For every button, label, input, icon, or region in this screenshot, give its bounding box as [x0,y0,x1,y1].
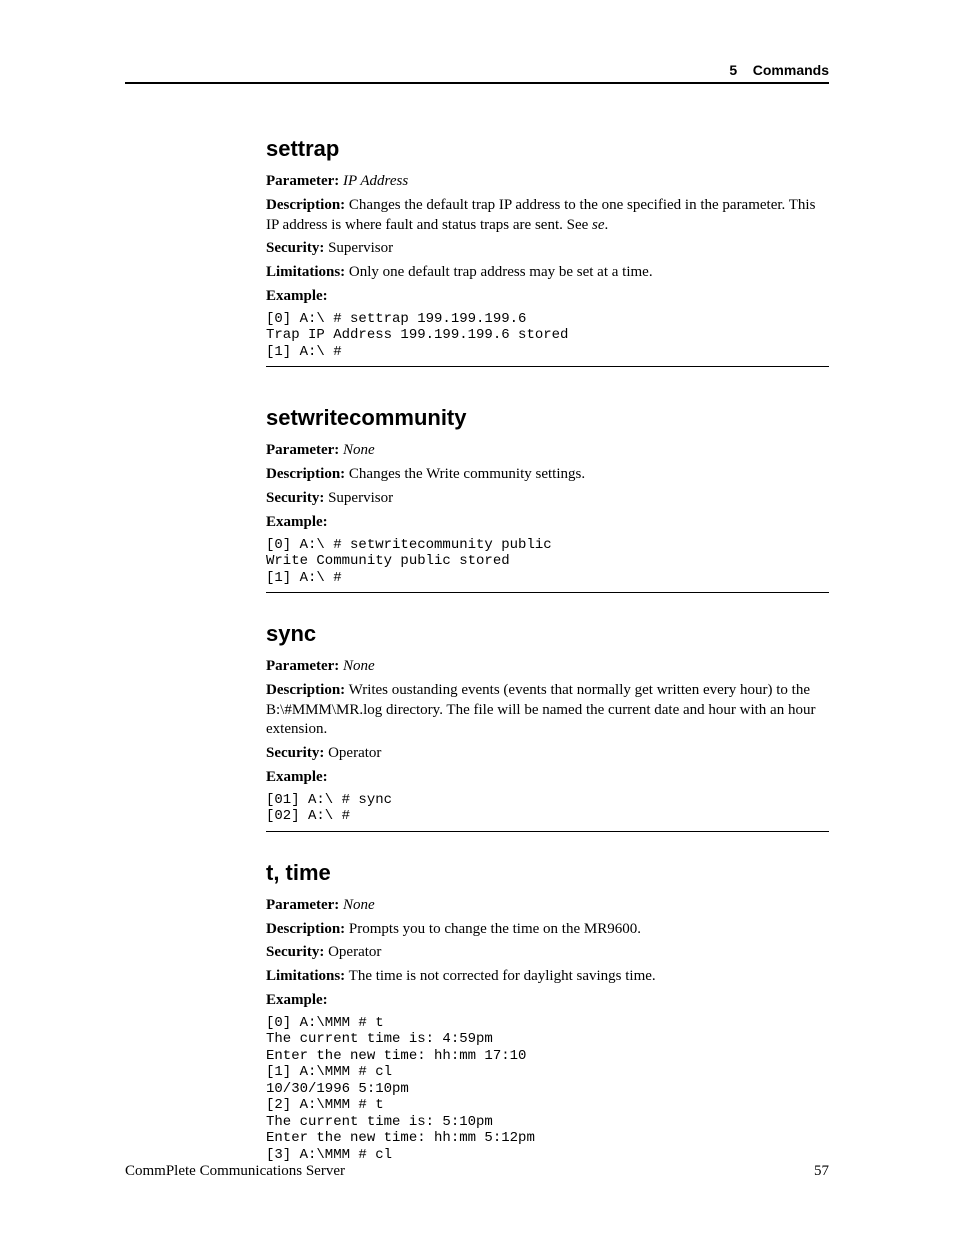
footer: CommPlete Communications Server 57 [125,1163,829,1180]
description-text: Changes the Write community settings. [345,466,585,482]
heading-setwritecommunity: setwritecommunity [266,405,829,431]
limitations-value: The time is not corrected for daylight s… [345,968,655,984]
limitations-label: Limitations: [266,968,345,984]
example-code: [0] A:\ # setwritecommunity public Write… [266,537,829,587]
example-row: Example: [266,991,829,1011]
example-code-block-3: [3] A:\MMM # cl [266,1147,829,1164]
example-label: Example: [266,288,328,304]
example-code-block-2: [2] A:\MMM # t The current time is: 5:10… [266,1097,829,1147]
security-label: Security: [266,745,324,761]
parameter-label: Parameter: [266,897,339,913]
security-row: Security: Supervisor [266,239,829,259]
section-t-time: t, time Parameter: None Description: Pro… [266,860,829,1164]
heading-settrap: settrap [266,136,829,162]
parameter-row: Parameter: IP Address [266,172,829,192]
page: 5 Commands settrap Parameter: IP Address… [0,0,954,1235]
description-text: Writes oustanding events (events that no… [266,682,815,738]
description-row: Description: Changes the default trap IP… [266,196,829,236]
description-label: Description: [266,682,345,698]
parameter-value: None [343,897,375,913]
section-setwritecommunity: setwritecommunity Parameter: None Descri… [266,405,829,593]
example-label: Example: [266,514,328,530]
heading-t-time: t, time [266,860,829,886]
example-label: Example: [266,992,328,1008]
security-value: Supervisor [324,240,393,256]
parameter-label: Parameter: [266,173,339,189]
security-row: Security: Operator [266,943,829,963]
footer-right: 57 [814,1163,829,1180]
running-header: 5 Commands [729,62,829,78]
limitations-label: Limitations: [266,264,345,280]
chapter-number: 5 [729,62,737,78]
parameter-row: Parameter: None [266,896,829,916]
description-row: Description: Writes oustanding events (e… [266,681,829,740]
security-row: Security: Operator [266,744,829,764]
example-row: Example: [266,287,829,307]
header-rule [125,82,829,84]
security-label: Security: [266,240,324,256]
security-value: Operator [324,745,381,761]
parameter-value: IP Address [343,173,408,189]
heading-sync: sync [266,621,829,647]
chapter-title: Commands [753,62,829,78]
description-tail-italic: se [592,217,605,233]
example-code-block-1: [1] A:\MMM # cl 10/30/1996 5:10pm [266,1064,829,1097]
parameter-label: Parameter: [266,442,339,458]
description-text: Prompts you to change the time on the MR… [345,921,641,937]
example-row: Example: [266,768,829,788]
description-row: Description: Prompts you to change the t… [266,920,829,940]
example-label: Example: [266,769,328,785]
description-label: Description: [266,466,345,482]
security-label: Security: [266,490,324,506]
example-row: Example: [266,513,829,533]
description-row: Description: Changes the Write community… [266,465,829,485]
security-value: Operator [324,944,381,960]
example-code: [01] A:\ # sync [02] A:\ # [266,792,829,825]
example-code-block-0: [0] A:\MMM # t The current time is: 4:59… [266,1015,829,1065]
parameter-row: Parameter: None [266,441,829,461]
parameter-value: None [343,442,375,458]
example-code: [0] A:\ # settrap 199.199.199.6 Trap IP … [266,311,829,361]
limitations-row: Limitations: Only one default trap addre… [266,263,829,283]
security-row: Security: Supervisor [266,489,829,509]
limitations-value: Only one default trap address may be set… [345,264,652,280]
content-area: settrap Parameter: IP Address Descriptio… [266,136,829,1164]
section-settrap: settrap Parameter: IP Address Descriptio… [266,136,829,367]
limitations-row: Limitations: The time is not corrected f… [266,967,829,987]
security-label: Security: [266,944,324,960]
parameter-value: None [343,658,375,674]
description-label: Description: [266,197,345,213]
footer-left: CommPlete Communications Server [125,1163,345,1180]
description-tail-punct: . [605,217,609,233]
parameter-label: Parameter: [266,658,339,674]
description-label: Description: [266,921,345,937]
description-text: Changes the default trap IP address to t… [266,197,815,233]
section-sync: sync Parameter: None Description: Writes… [266,621,829,832]
security-value: Supervisor [324,490,393,506]
parameter-row: Parameter: None [266,657,829,677]
